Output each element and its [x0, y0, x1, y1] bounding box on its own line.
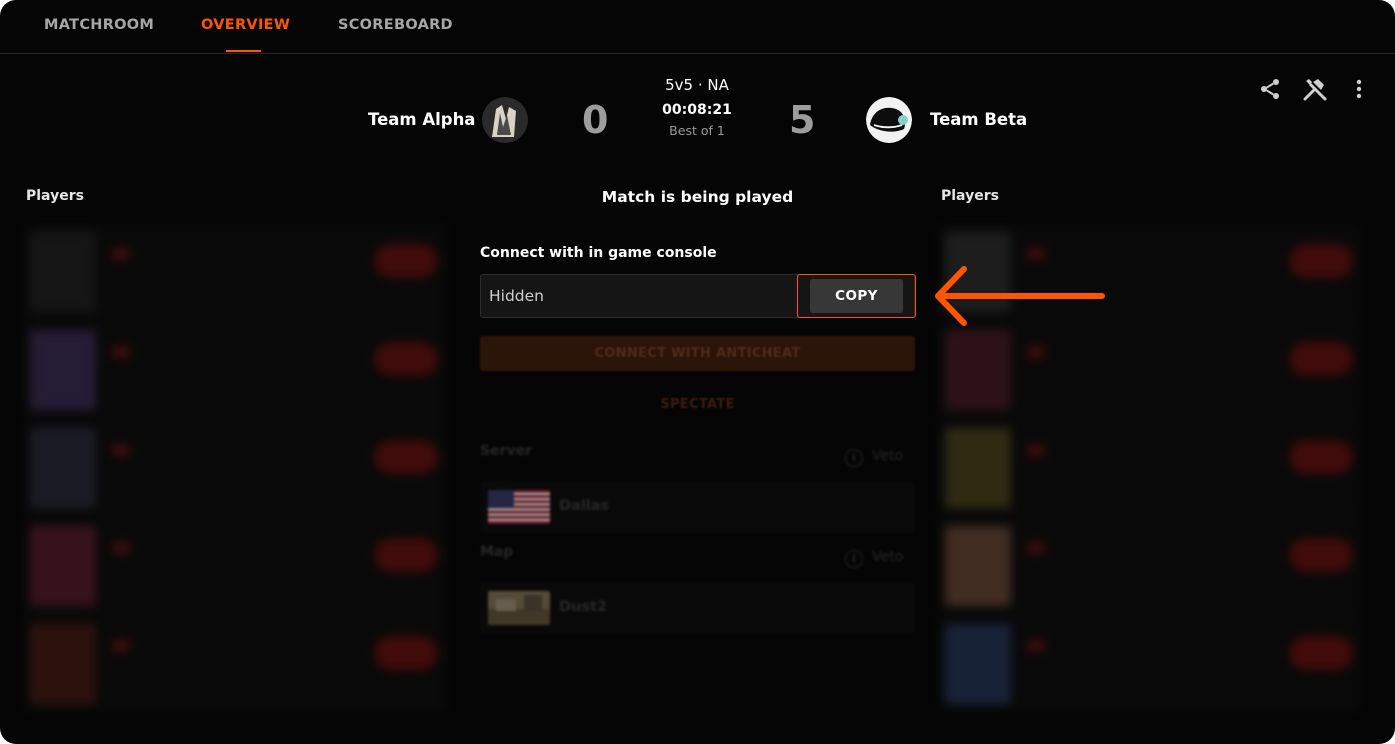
connect-command-input[interactable]	[481, 275, 796, 317]
level-badge	[1289, 244, 1353, 278]
tab-matchroom[interactable]: MATCHROOM	[44, 17, 154, 33]
info-icon: i	[845, 449, 863, 467]
flag-icon	[1027, 542, 1045, 554]
player-row[interactable]	[24, 222, 446, 320]
player-avatar	[945, 428, 1011, 508]
player-avatar	[945, 526, 1011, 606]
flag-icon	[112, 542, 130, 554]
active-tab-indicator	[226, 50, 261, 52]
players-left-title: Players	[26, 188, 84, 204]
more-vertical-icon[interactable]	[1347, 77, 1371, 101]
info-icon: i	[845, 550, 863, 568]
server-veto[interactable]: i Veto	[845, 448, 915, 468]
player-row[interactable]	[24, 516, 446, 614]
match-room-window: MATCHROOM OVERVIEW SCOREBOARD Team Alpha…	[0, 0, 1395, 744]
player-avatar	[945, 624, 1011, 704]
share-icon[interactable]	[1258, 77, 1282, 101]
match-mode: 5v5 · NA	[665, 76, 729, 94]
level-badge	[1289, 538, 1353, 572]
level-badge	[1289, 342, 1353, 376]
veto-label: Veto	[872, 448, 904, 464]
player-avatar	[30, 330, 96, 410]
flag-icon	[1027, 640, 1045, 652]
map-thumbnail	[488, 591, 550, 625]
players-left-list	[24, 222, 446, 712]
server-card[interactable]: Dallas	[480, 481, 915, 533]
level-badge	[374, 636, 438, 670]
level-badge	[374, 342, 438, 376]
flag-icon	[112, 444, 130, 456]
connect-anticheat-button[interactable]: CONNECT WITH ANTICHEAT	[480, 336, 915, 371]
server-name: Dallas	[559, 498, 610, 514]
flag-icon	[1027, 248, 1045, 260]
copy-button[interactable]: COPY	[810, 279, 903, 313]
annotation-arrow-icon	[935, 266, 1105, 326]
veto-label: Veto	[872, 549, 904, 565]
server-label: Server	[480, 443, 533, 459]
player-row[interactable]	[939, 614, 1361, 712]
map-name: Dust2	[559, 599, 608, 615]
match-best-of: Best of 1	[669, 123, 725, 138]
console-connect-label: Connect with in game console	[480, 245, 717, 261]
player-avatar	[30, 428, 96, 508]
player-row[interactable]	[24, 614, 446, 712]
us-flag-icon	[488, 490, 550, 524]
player-avatar	[30, 526, 96, 606]
player-row[interactable]	[24, 320, 446, 418]
spectate-link[interactable]: SPECTATE	[480, 397, 915, 412]
flag-icon	[1027, 444, 1045, 456]
player-avatar	[30, 624, 96, 704]
map-veto[interactable]: i Veto	[845, 549, 915, 569]
match-status: Match is being played	[601, 188, 794, 206]
flag-icon	[112, 248, 130, 260]
flag-icon	[1027, 346, 1045, 358]
team-right-score: 5	[789, 98, 816, 142]
tools-icon[interactable]	[1302, 77, 1327, 101]
team-right-name[interactable]: Team Beta	[930, 110, 1027, 129]
player-row[interactable]	[939, 418, 1361, 516]
players-right-title: Players	[941, 188, 999, 204]
level-badge	[1289, 636, 1353, 670]
player-avatar	[30, 232, 96, 312]
tab-overview[interactable]: OVERVIEW	[201, 17, 290, 33]
tab-bar: MATCHROOM OVERVIEW SCOREBOARD	[0, 0, 1395, 54]
connect-field: COPY	[480, 274, 916, 318]
copy-highlight: COPY	[797, 274, 916, 318]
team-left-logo[interactable]	[482, 97, 528, 143]
map-label: Map	[480, 544, 514, 560]
flag-icon	[112, 346, 130, 358]
tab-scoreboard[interactable]: SCOREBOARD	[338, 17, 453, 33]
level-badge	[1289, 440, 1353, 474]
level-badge	[374, 244, 438, 278]
player-avatar	[945, 330, 1011, 410]
player-row[interactable]	[939, 320, 1361, 418]
level-badge	[374, 440, 438, 474]
flag-icon	[112, 640, 130, 652]
team-right-logo[interactable]	[866, 97, 912, 143]
player-row[interactable]	[24, 418, 446, 516]
team-left-name[interactable]: Team Alpha	[368, 110, 475, 129]
match-timer: 00:08:21	[662, 102, 732, 118]
player-row[interactable]	[939, 516, 1361, 614]
map-card[interactable]: Dust2	[480, 582, 915, 634]
level-badge	[374, 538, 438, 572]
